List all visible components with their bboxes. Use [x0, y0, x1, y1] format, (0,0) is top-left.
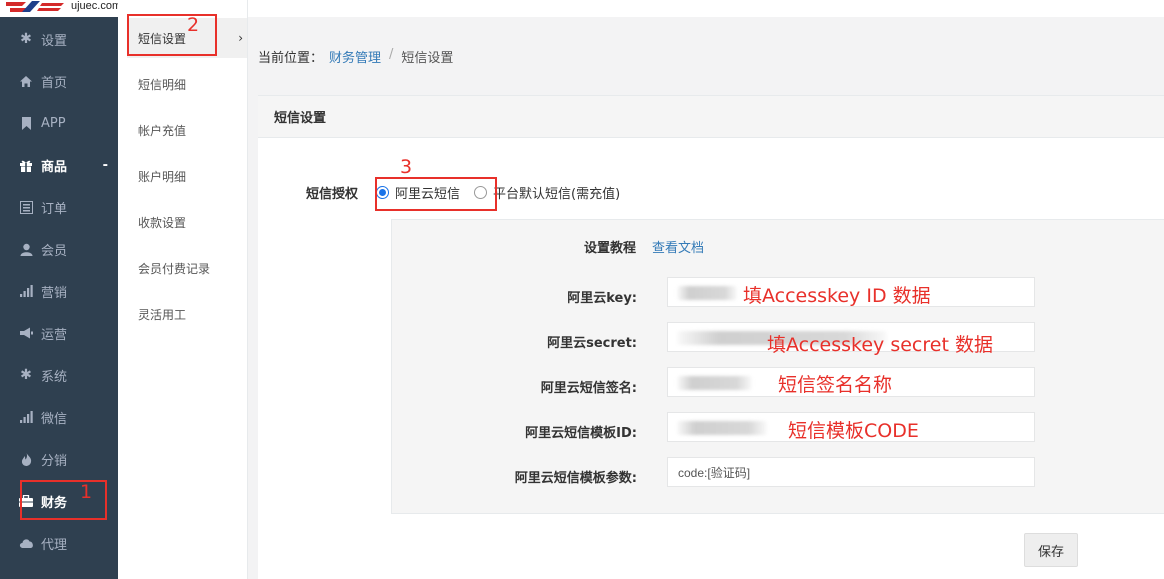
aliyun-sign-label: 阿里云短信签名:	[540, 381, 637, 396]
sidebar-item-label: 代理	[41, 537, 68, 553]
megaphone-icon	[18, 325, 34, 341]
submenu-item-account-details[interactable]: 账户明细	[127, 156, 247, 196]
redacted-value	[677, 421, 767, 435]
sidebar-item-label: 设置	[41, 33, 68, 49]
submenu-item-recharge[interactable]: 帐户充值	[127, 110, 247, 150]
sidebar-item-home[interactable]: 首页	[0, 60, 118, 102]
list-icon	[18, 199, 34, 215]
logo-text: ujuec.com	[71, 0, 122, 12]
view-docs-link[interactable]: 查看文档	[652, 237, 704, 256]
radio-label: 平台默认短信(需充值)	[493, 187, 621, 202]
sidebar-item-members[interactable]: 会员	[0, 228, 118, 270]
aliyun-template-params-input[interactable]: code:[验证码]	[667, 457, 1035, 487]
user-icon	[18, 241, 34, 257]
redacted-value	[677, 376, 752, 390]
submenu-item-payment-settings[interactable]: 收款设置	[127, 202, 247, 242]
annotation-number: 1	[80, 481, 93, 503]
sidebar-item-label: 系统	[41, 369, 68, 385]
fire-icon	[18, 451, 34, 467]
gear-icon: ✱	[20, 31, 32, 47]
sidebar-item-marketing[interactable]: 营销	[0, 270, 118, 312]
finance-submenu: 短信设置 › 短信明细 帐户充值 账户明细 收款设置 会员付费记录 灵活用工	[118, 0, 248, 579]
save-button[interactable]: 保存	[1024, 533, 1078, 567]
submenu-item-label: 收款设置	[138, 215, 187, 230]
sidebar-item-label: 订单	[41, 201, 68, 217]
logo-mark-icon	[6, 1, 64, 12]
sidebar-item-label: 营销	[41, 285, 68, 301]
submenu-item-label: 帐户充值	[138, 123, 187, 138]
aliyun-key-label: 阿里云key:	[567, 291, 637, 306]
breadcrumb-separator: /	[389, 47, 394, 62]
aliyun-secret-label: 阿里云secret:	[547, 336, 637, 351]
bookmark-icon	[18, 115, 34, 131]
sidebar-item-label: 运营	[41, 327, 68, 343]
annotation-box-sms-settings	[127, 14, 217, 56]
sidebar-item-label: 微信	[41, 411, 68, 427]
sidebar-item-agent[interactable]: 代理	[0, 522, 118, 564]
card-title: 短信设置	[258, 96, 1164, 138]
submenu-item-sms-details[interactable]: 短信明细	[127, 64, 247, 104]
redacted-value	[677, 286, 737, 300]
sidebar-item-label: APP	[41, 115, 66, 131]
sidebar-item-products[interactable]: 商品 -	[0, 144, 118, 186]
cloud-icon	[18, 535, 34, 551]
sidebar-item-label: 分销	[41, 453, 68, 469]
submenu-item-flexible-employment[interactable]: 灵活用工	[127, 294, 247, 334]
logo: ujuec.com	[0, 0, 122, 17]
sidebar-item-label: 首页	[41, 75, 68, 91]
bar-chart-icon	[18, 283, 34, 299]
signal-icon	[18, 409, 34, 425]
gift-icon	[18, 157, 34, 173]
annotation-number: 3	[400, 156, 413, 178]
submenu-item-label: 会员付费记录	[138, 261, 211, 276]
breadcrumb: 当前位置： 财务管理 / 短信设置	[258, 47, 453, 66]
submenu-item-label: 短信明细	[138, 77, 187, 92]
breadcrumb-current: 短信设置	[401, 51, 454, 66]
sms-auth-label: 短信授权	[306, 187, 359, 202]
annotation-key-hint: 填Accesskey ID 数据	[743, 285, 931, 307]
sidebar-item-wechat[interactable]: 微信	[0, 396, 118, 438]
main-content: 当前位置： 财务管理 / 短信设置 短信设置 短信授权 阿里云短信 平台默认短信…	[248, 0, 1164, 579]
top-bar	[248, 0, 1164, 17]
tutorial-label: 设置教程	[583, 241, 636, 256]
sms-settings-card: 短信设置 短信授权 阿里云短信 平台默认短信(需充值) 设置教程 查看文档 阿里…	[258, 95, 1164, 579]
submenu-item-label: 账户明细	[138, 169, 187, 184]
sidebar-item-label: 商品	[41, 159, 68, 175]
sidebar-item-label: 会员	[41, 243, 68, 259]
sidebar-item-app[interactable]: APP	[0, 102, 118, 144]
chevron-right-icon: ›	[238, 31, 243, 45]
asterisk-icon: ✱	[20, 367, 32, 383]
sidebar-item-system[interactable]: ✱ 系统	[0, 354, 118, 396]
sidebar-item-operations[interactable]: 运营	[0, 312, 118, 354]
aliyun-template-params-label: 阿里云短信模板参数:	[514, 471, 637, 486]
breadcrumb-prefix: 当前位置：	[258, 51, 324, 66]
sidebar-item-orders[interactable]: 订单	[0, 186, 118, 228]
annotation-box-aliyun-radio	[375, 177, 497, 211]
annotation-secret-hint: 填Accesskey secret 数据	[767, 334, 993, 356]
collapse-indicator: -	[102, 157, 108, 173]
breadcrumb-parent-link[interactable]: 财务管理	[329, 47, 381, 66]
annotation-number: 2	[187, 14, 200, 36]
submenu-item-member-payments[interactable]: 会员付费记录	[127, 248, 247, 288]
submenu-item-label: 灵活用工	[138, 307, 187, 322]
annotation-box-finance	[20, 480, 107, 520]
aliyun-template-id-label: 阿里云短信模板ID:	[525, 426, 637, 441]
annotation-sign-hint: 短信签名名称	[778, 374, 893, 396]
sidebar-item-settings[interactable]: ✱ 设置	[0, 18, 118, 60]
home-icon	[18, 73, 34, 89]
annotation-template-hint: 短信模板CODE	[788, 420, 919, 442]
sidebar-item-distribution[interactable]: 分销	[0, 438, 118, 480]
